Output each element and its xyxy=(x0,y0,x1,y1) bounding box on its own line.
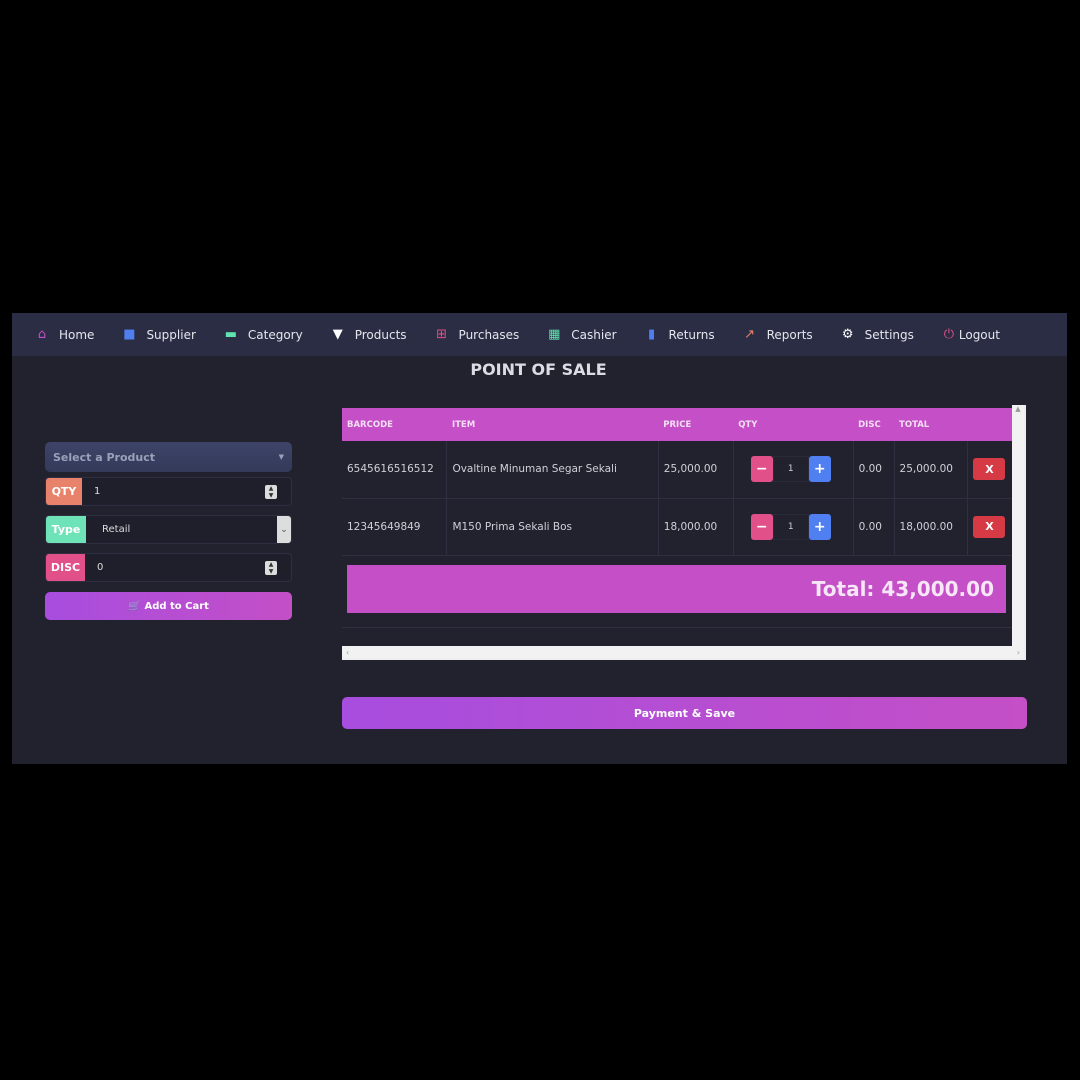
qty-value: 1 xyxy=(94,486,101,497)
qty-spinner[interactable]: ▲ ▼ xyxy=(265,485,277,499)
total-cell: 18,000.00 xyxy=(894,498,969,556)
qty-input[interactable]: 1 ▲ ▼ xyxy=(82,478,291,505)
decrease-qty-button[interactable]: − xyxy=(750,456,773,483)
type-select[interactable]: Retail xyxy=(86,516,277,543)
nav-item-purchases[interactable]: ⊞ Purchases xyxy=(434,327,520,342)
disc-input[interactable]: 0 ▲ ▼ xyxy=(85,554,291,581)
row-qty-input[interactable]: 1 xyxy=(772,456,809,483)
nav-label: Supplier xyxy=(146,327,196,342)
qty-label: QTY xyxy=(46,478,82,505)
vertical-scrollbar[interactable]: ▲ xyxy=(1012,405,1024,648)
power-icon: ⏻ xyxy=(943,327,955,342)
disc-group: DISC 0 ▲ ▼ xyxy=(45,553,292,582)
column-header: DISC xyxy=(853,408,895,441)
nav-label: Returns xyxy=(668,327,715,342)
disc-spinner[interactable]: ▲ ▼ xyxy=(265,561,277,575)
price-cell: 25,000.00 xyxy=(658,441,734,499)
add-to-cart-button[interactable]: 🛒 Add to Cart xyxy=(45,592,292,620)
horizontal-scrollbar[interactable]: ‹ › xyxy=(342,646,1024,658)
payment-save-button[interactable]: Payment & Save xyxy=(342,697,1027,729)
nav-item-returns[interactable]: ▮ Returns xyxy=(644,327,715,342)
cart-plus-icon: ⊞ xyxy=(436,327,447,342)
nav-item-reports[interactable]: ↗ Reports xyxy=(742,327,813,342)
column-header: ITEM xyxy=(446,408,659,441)
gear-icon: ⚙ xyxy=(841,327,854,342)
nav-label: Category xyxy=(247,327,303,342)
tshirt-icon: ▼ xyxy=(332,327,343,342)
receipt-icon: ▮ xyxy=(647,327,656,342)
barcode-cell: 12345649849 xyxy=(342,498,448,556)
nav-label: Home xyxy=(59,327,95,342)
remove-item-button[interactable]: X xyxy=(973,458,1006,481)
product-select[interactable]: Select a Product ▼ xyxy=(45,442,292,472)
column-header: TOTAL xyxy=(894,408,968,441)
add-to-cart-label: Add to Cart xyxy=(144,600,209,612)
increase-qty-button[interactable]: + xyxy=(808,513,831,540)
add-product-form: Select a Product ▼ QTY 1 ▲ ▼ Type Retail ⌄… xyxy=(45,442,292,620)
table-row: 12345649849 M150 Prima Sekali Bos 18,000… xyxy=(342,498,1012,556)
cart-table-container: BARCODE ITEM PRICE QTY DISC TOTAL 65456165165… xyxy=(342,405,1026,660)
disc-cell: 0.00 xyxy=(853,441,895,499)
box-open-icon: ▬ xyxy=(224,327,238,342)
row-qty-input[interactable]: 1 xyxy=(772,513,809,540)
nav-label: Cashier xyxy=(571,327,617,342)
action-cell: X xyxy=(967,441,1012,499)
nav-item-products[interactable]: ▼ Products xyxy=(330,327,407,342)
qty-cell: −1 + xyxy=(733,498,854,556)
type-value: Retail xyxy=(102,524,131,535)
nav-label: Settings xyxy=(864,327,914,342)
app-window: ⌂ Home ■ Supplier ▬ Category ▼ Products ⊞ Purchas… xyxy=(12,313,1067,764)
decrease-qty-button[interactable]: − xyxy=(750,513,773,540)
cash-register-icon: ▦ xyxy=(548,327,561,342)
column-header: BARCODE xyxy=(342,408,447,441)
type-group: Type Retail ⌄ xyxy=(45,515,292,544)
nav-label: Purchases xyxy=(458,327,520,342)
cart-total: Total: 43,000.00 xyxy=(347,565,1006,613)
truck-icon: ■ xyxy=(123,327,136,342)
home-icon: ⌂ xyxy=(37,327,47,342)
nav-label: Products xyxy=(354,327,407,342)
column-header: QTY xyxy=(733,408,854,441)
caret-down-icon: ▼ xyxy=(278,453,284,461)
page-title: POINT OF SALE xyxy=(470,360,607,379)
price-cell: 18,000.00 xyxy=(658,498,734,556)
nav-item-cashier[interactable]: ▦ Cashier xyxy=(546,327,617,342)
item-cell: M150 Prima Sekali Bos xyxy=(446,498,659,556)
increase-qty-button[interactable]: + xyxy=(808,456,831,483)
nav-item-home[interactable]: ⌂ Home xyxy=(34,327,95,342)
nav-item-settings[interactable]: ⚙ Settings xyxy=(840,327,914,342)
nav-label: Logout xyxy=(958,327,1000,342)
navbar: ⌂ Home ■ Supplier ▬ Category ▼ Products ⊞ Purchas… xyxy=(12,313,1067,356)
disc-value: 0 xyxy=(97,562,104,573)
type-label: Type xyxy=(46,516,86,543)
disc-cell: 0.00 xyxy=(853,498,895,556)
cart-icon: 🛒 xyxy=(128,600,141,612)
column-header xyxy=(967,408,1012,441)
table-row: 6545616516512 Ovaltine Minuman Segar Sek… xyxy=(342,441,1012,499)
barcode-cell: 6545616516512 xyxy=(342,441,448,499)
column-header: PRICE xyxy=(658,408,734,441)
qty-cell: −1 + xyxy=(733,441,854,499)
remove-item-button[interactable]: X xyxy=(973,515,1006,538)
chart-line-icon: ↗ xyxy=(744,327,756,342)
total-cell: 25,000.00 xyxy=(894,441,969,499)
nav-item-supplier[interactable]: ■ Supplier xyxy=(121,327,196,342)
qty-group: QTY 1 ▲ ▼ xyxy=(45,477,292,506)
nav-item-logout[interactable]: ⏻ Logout xyxy=(941,327,1000,342)
product-select-placeholder: Select a Product xyxy=(53,450,156,464)
nav-item-category[interactable]: ▬ Category xyxy=(223,327,303,342)
item-cell: Ovaltine Minuman Segar Sekali xyxy=(446,441,659,499)
chevron-down-icon[interactable]: ⌄ xyxy=(277,516,291,543)
nav-label: Reports xyxy=(766,327,813,342)
action-cell: X xyxy=(967,498,1012,556)
disc-label: DISC xyxy=(46,554,85,581)
